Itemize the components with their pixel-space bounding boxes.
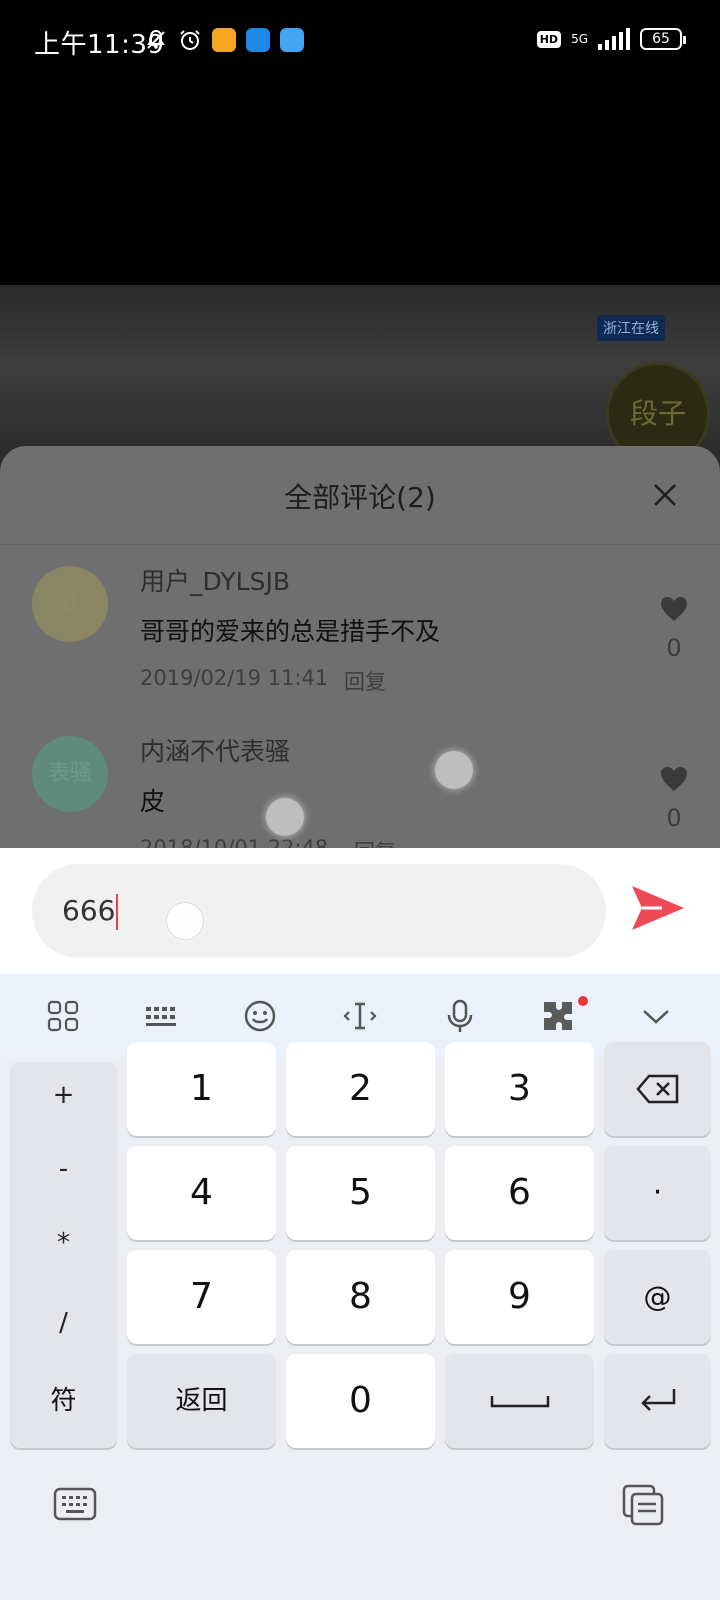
key-dot[interactable]: · (604, 1146, 711, 1240)
backspace-key[interactable] (604, 1042, 711, 1136)
key-0[interactable]: 0 (286, 1354, 435, 1448)
symbol-column[interactable]: + - * / (10, 1062, 117, 1372)
reply-button[interactable]: 回复 (354, 836, 396, 848)
backspace-icon (635, 1074, 678, 1104)
app-notification-blue-icon (246, 28, 270, 52)
touch-indicator (435, 751, 473, 789)
key-label: 4 (190, 1172, 213, 1213)
app-notification-calendar-icon (280, 28, 304, 52)
like-count: 0 (666, 634, 682, 662)
key-3[interactable]: 3 (445, 1042, 594, 1136)
key-label: 5 (349, 1172, 372, 1213)
video-watermark: 浙江在线 (597, 315, 665, 341)
numeric-keyboard: + - * / 1 2 3 4 5 6 · 7 8 9 @ 符 返回 0 (0, 974, 720, 1600)
cursor-icon[interactable] (340, 996, 380, 1036)
comment-input-value: 666 (62, 894, 116, 927)
key-minus[interactable]: - (10, 1154, 117, 1184)
app-notification-orange-icon (212, 28, 236, 52)
collapse-chevron-icon[interactable] (636, 996, 676, 1036)
touch-indicator (266, 798, 304, 836)
avatar[interactable]: 表骚 (32, 736, 108, 812)
key-9[interactable]: 9 (445, 1250, 594, 1344)
key-8[interactable]: 8 (286, 1250, 435, 1344)
hd-badge: HD (536, 30, 562, 48)
battery-level: 65 (652, 31, 670, 47)
comment-item[interactable]: 表骚 内涵不代表骚 皮 2018/10/01 22:48 回复 0 (0, 724, 720, 848)
keyboard-layout-icon[interactable] (142, 996, 182, 1036)
alarm-icon (180, 30, 200, 50)
status-bar: 上午11:39 HD 5G 65 (0, 0, 720, 90)
touch-indicator (166, 902, 204, 940)
close-icon[interactable] (650, 480, 680, 510)
key-label: 1 (190, 1068, 213, 1109)
heart-icon[interactable] (660, 596, 688, 622)
plugin-icon[interactable] (538, 996, 578, 1036)
emoji-icon[interactable] (240, 996, 280, 1036)
comment-input-bar: 666 (0, 848, 720, 974)
space-icon (490, 1396, 549, 1408)
space-key[interactable] (445, 1354, 594, 1448)
mute-bell-icon (147, 29, 165, 49)
key-5[interactable]: 5 (286, 1146, 435, 1240)
key-label: 返回 (175, 1386, 228, 1416)
key-plus[interactable]: + (10, 1080, 117, 1110)
key-at[interactable]: @ (604, 1250, 711, 1344)
return-key[interactable]: 返回 (127, 1354, 276, 1448)
grid-icon[interactable] (43, 996, 83, 1036)
notification-icons (144, 28, 304, 52)
key-label: 符 (50, 1386, 77, 1416)
network-type: 5G (571, 32, 588, 46)
comment-time: 2019/02/19 11:41 (140, 666, 329, 690)
reply-button[interactable]: 回复 (344, 666, 386, 696)
comment-username[interactable]: 内涵不代表骚 (140, 732, 290, 768)
signal-icon (598, 28, 630, 50)
text-caret (116, 894, 119, 930)
comment-text: 皮 (140, 787, 166, 816)
video-player[interactable]: 浙江在线 段子 (0, 90, 720, 485)
key-label: 8 (349, 1276, 372, 1317)
key-label: 7 (190, 1276, 213, 1317)
divider (0, 544, 720, 545)
microphone-icon[interactable] (440, 996, 480, 1036)
key-label: @ (643, 1280, 672, 1313)
key-6[interactable]: 6 (445, 1146, 594, 1240)
send-icon[interactable] (628, 878, 688, 938)
key-1[interactable]: 1 (127, 1042, 276, 1136)
key-label: 9 (508, 1276, 531, 1317)
heart-icon[interactable] (660, 766, 688, 792)
enter-key[interactable] (604, 1354, 711, 1448)
clipboard-icon[interactable] (620, 1482, 666, 1526)
key-divide[interactable]: / (10, 1308, 117, 1338)
key-label: 2 (349, 1068, 372, 1109)
comments-title: 全部评论(2) (284, 481, 436, 514)
key-multiply[interactable]: * (10, 1228, 117, 1258)
keyboard-bottom-bar (0, 1464, 720, 1600)
comment-item[interactable]: B 用户_DYLSJB 哥哥的爱来的总是措手不及 2019/02/19 11:4… (0, 554, 720, 714)
comment-username[interactable]: 用户_DYLSJB (140, 562, 290, 598)
status-indicators: HD 5G 65 (536, 28, 686, 50)
avatar[interactable]: B (32, 566, 108, 642)
symbols-key[interactable]: 符 (10, 1354, 117, 1448)
battery-icon: 65 (640, 28, 686, 50)
key-7[interactable]: 7 (127, 1250, 276, 1344)
key-label: 6 (508, 1172, 531, 1213)
key-label: 0 (349, 1380, 372, 1421)
like-count: 0 (666, 804, 682, 832)
keyboard-switch-icon[interactable] (52, 1484, 98, 1524)
notification-dot (578, 996, 588, 1006)
key-2[interactable]: 2 (286, 1042, 435, 1136)
key-4[interactable]: 4 (127, 1146, 276, 1240)
comment-input[interactable]: 666 (32, 864, 606, 958)
comments-panel: 全部评论(2) B 用户_DYLSJB 哥哥的爱来的总是措手不及 2019/02… (0, 446, 720, 848)
comment-text: 哥哥的爱来的总是措手不及 (140, 617, 441, 646)
enter-icon (640, 1389, 675, 1411)
key-label: · (652, 1175, 663, 1210)
comment-time: 2018/10/01 22:48 (140, 836, 329, 848)
key-label: 3 (508, 1068, 531, 1109)
